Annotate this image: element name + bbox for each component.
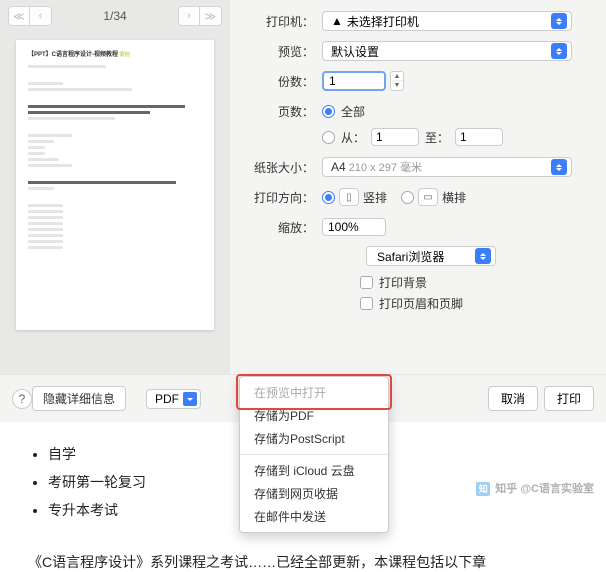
pages-from-label: 从：	[341, 129, 365, 146]
orient-landscape-radio[interactable]	[401, 191, 414, 204]
pdf-menu-send-mail[interactable]: 在邮件中发送	[240, 505, 388, 528]
last-page-button[interactable]: ≫	[200, 6, 222, 26]
print-headers-checkbox[interactable]	[360, 297, 373, 310]
zhihu-icon: 知	[476, 482, 490, 496]
pages-to-label: 至：	[425, 129, 449, 146]
print-dialog: ≪ ‹ 1/34 › ≫ 【PPT】C语言程序设计-视频教程 原创	[0, 0, 606, 374]
pages-to-input[interactable]	[455, 128, 503, 146]
printer-select[interactable]: ▲ 未选择打印机	[322, 11, 572, 31]
pages-all-radio[interactable]	[322, 105, 335, 118]
pdf-label: PDF	[155, 392, 179, 406]
scale-label: 缩放：	[230, 219, 322, 236]
portrait-icon: ▯	[339, 188, 359, 206]
nav-first-prev-group: ≪ ‹	[8, 6, 52, 26]
menu-separator	[240, 454, 388, 455]
scale-input[interactable]	[322, 218, 386, 236]
pdf-menu-save-web[interactable]: 存储到网页收据	[240, 482, 388, 505]
pdf-menu: 在预览中打开 存储为PDF 存储为PostScript 存储到 iCloud 云…	[239, 376, 389, 533]
copies-input[interactable]	[322, 71, 386, 91]
paper-dim: 210 x 297 毫米	[349, 159, 422, 175]
page-counter: 1/34	[56, 9, 174, 23]
nav-next-last-group: › ≫	[178, 6, 222, 26]
app-name: Safari浏览器	[377, 248, 444, 265]
preview-pane: ≪ ‹ 1/34 › ≫ 【PPT】C语言程序设计-视频教程 原创	[0, 0, 230, 374]
paper-value: A4	[331, 160, 346, 174]
landscape-icon: ▭	[418, 188, 438, 206]
caret-down-icon	[183, 392, 197, 406]
select-arrows-icon	[551, 159, 567, 175]
orient-label: 打印方向：	[230, 189, 322, 206]
printer-label: 打印机：	[230, 13, 322, 30]
settings-pane: 打印机： ▲ 未选择打印机 预览： 默认设置 份数： ▲	[230, 0, 606, 374]
pdf-menu-save-as-pdf[interactable]: 存储为PDF	[240, 404, 388, 427]
preset-select[interactable]: 默认设置	[322, 41, 572, 61]
pages-label: 页数：	[230, 103, 322, 120]
app-section-select[interactable]: Safari浏览器	[366, 246, 496, 266]
pages-range-radio[interactable]	[322, 131, 335, 144]
select-arrows-icon	[551, 13, 567, 29]
help-button[interactable]: ?	[12, 389, 32, 409]
pdf-menu-open-preview[interactable]: 在预览中打开	[240, 381, 388, 404]
pdf-dropdown-button[interactable]: PDF	[146, 389, 201, 409]
print-button[interactable]: 打印	[544, 386, 594, 411]
document-preview: 【PPT】C语言程序设计-视频教程 原创	[16, 40, 214, 330]
printer-value: 未选择打印机	[347, 13, 419, 30]
orient-portrait-radio[interactable]	[322, 191, 335, 204]
first-page-button[interactable]: ≪	[8, 6, 30, 26]
pdf-menu-save-as-ps[interactable]: 存储为PostScript	[240, 427, 388, 450]
pdf-menu-save-icloud[interactable]: 存储到 iCloud 云盘	[240, 459, 388, 482]
prev-page-button[interactable]: ‹	[30, 6, 52, 26]
warning-icon: ▲	[331, 14, 343, 28]
watermark: 知 知乎 @C语言实验室	[476, 480, 594, 496]
pages-from-input[interactable]	[371, 128, 419, 146]
preset-value: 默认设置	[331, 43, 379, 60]
hide-details-button[interactable]: 隐藏详细信息	[32, 386, 126, 411]
paper-label: 纸张大小：	[230, 159, 322, 176]
print-headers-label: 打印页眉和页脚	[379, 295, 463, 312]
select-arrows-icon	[475, 248, 491, 264]
preview-toolbar: ≪ ‹ 1/34 › ≫	[0, 0, 230, 32]
preset-label: 预览：	[230, 43, 322, 60]
cancel-button[interactable]: 取消	[488, 386, 538, 411]
print-bg-label: 打印背景	[379, 274, 427, 291]
next-page-button[interactable]: ›	[178, 6, 200, 26]
paper-size-select[interactable]: A4 210 x 297 毫米	[322, 157, 572, 177]
pages-all-label: 全部	[341, 103, 365, 120]
copies-stepper[interactable]: ▲▼	[390, 71, 404, 91]
copies-label: 份数：	[230, 73, 322, 90]
print-bg-checkbox[interactable]	[360, 276, 373, 289]
page-bottom-text: 《C语言程序设计》系列课程之考试……已经全部更新，本课程包括以下章	[0, 542, 606, 572]
select-arrows-icon	[551, 43, 567, 59]
